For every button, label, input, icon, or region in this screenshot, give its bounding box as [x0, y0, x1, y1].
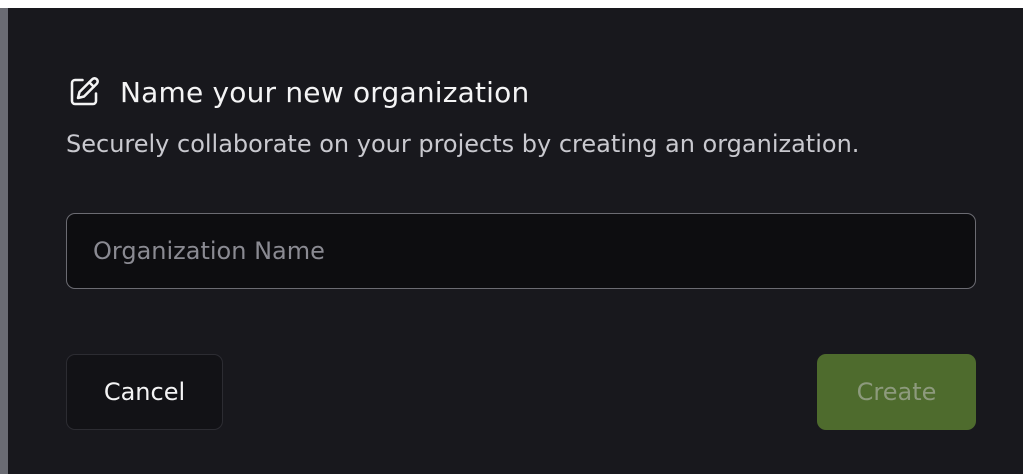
create-organization-dialog: Name your new organization Securely coll… — [8, 8, 1023, 474]
backdrop-strip — [0, 8, 8, 474]
create-button[interactable]: Create — [817, 354, 976, 430]
organization-name-input[interactable] — [66, 213, 976, 289]
page: Name your new organization Securely coll… — [0, 0, 1023, 474]
dialog-subtitle: Securely collaborate on your projects by… — [66, 130, 860, 158]
dialog-title: Name your new organization — [120, 75, 530, 109]
dialog-header: Name your new organization — [66, 66, 529, 118]
cancel-button[interactable]: Cancel — [66, 354, 223, 430]
edit-pencil-icon — [66, 74, 102, 110]
